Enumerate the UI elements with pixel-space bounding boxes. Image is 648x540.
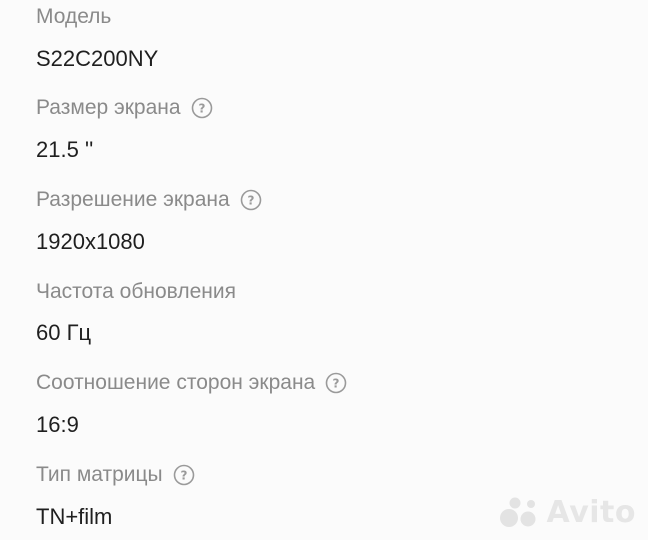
spec-value: 21.5 '' — [36, 137, 94, 162]
spec-value: S22C200NY — [36, 46, 159, 71]
avito-logo-icon — [499, 497, 536, 527]
spec-label: Частота обновления — [36, 280, 236, 304]
spec-label: Соотношение сторон экрана ? — [36, 371, 347, 395]
svg-text:?: ? — [198, 102, 205, 116]
help-icon[interactable]: ? — [173, 464, 195, 486]
spec-label-text: Тип матрицы — [36, 463, 163, 486]
spec-label-text: Соотношение сторон экрана — [36, 371, 316, 394]
svg-text:?: ? — [333, 377, 340, 391]
svg-text:?: ? — [247, 194, 254, 208]
spec-label-text: Частота обновления — [36, 280, 236, 303]
help-icon[interactable]: ? — [191, 97, 213, 119]
avito-watermark: Avito — [499, 495, 636, 530]
product-specs-panel: Модель S22C200NY Размер экрана ? 21.5 ''… — [0, 0, 648, 540]
spec-label-text: Размер экрана — [36, 96, 181, 119]
avito-logo-text: Avito — [546, 495, 636, 530]
spec-label-text: Разрешение экрана — [36, 188, 230, 211]
svg-text:?: ? — [180, 469, 187, 483]
spec-label: Размер экрана ? — [36, 96, 213, 120]
help-icon[interactable]: ? — [240, 189, 262, 211]
spec-label-text: Модель — [36, 5, 112, 28]
spec-value: 16:9 — [36, 412, 79, 437]
spec-label: Тип матрицы ? — [36, 463, 195, 487]
spec-label: Разрешение экрана ? — [36, 188, 262, 212]
spec-value: TN+film — [36, 504, 113, 529]
spec-label: Модель — [36, 5, 111, 29]
help-icon[interactable]: ? — [325, 372, 347, 394]
spec-value: 1920x1080 — [36, 229, 145, 254]
spec-value: 60 Гц — [36, 320, 92, 345]
